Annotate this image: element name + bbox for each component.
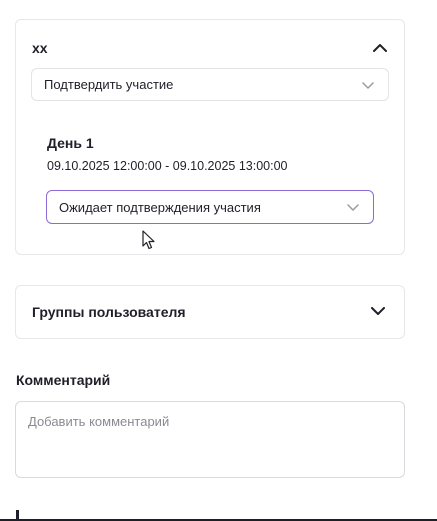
chevron-down-icon	[345, 199, 361, 215]
participation-status-value: Ожидает подтверждения участия	[59, 199, 261, 215]
event-title: xx	[32, 40, 48, 56]
comment-label: Комментарий	[16, 372, 111, 388]
clipped-next-section	[16, 510, 24, 519]
confirm-participation-value: Подтвердить участие	[44, 77, 174, 92]
user-groups-title: Группы пользователя	[32, 304, 186, 320]
user-groups-card[interactable]: Группы пользователя	[15, 285, 405, 339]
mouse-pointer-icon	[142, 230, 156, 250]
page: xx Подтвердить участие День 1 09.10.2025…	[0, 0, 437, 521]
day-title: День 1	[47, 135, 94, 151]
chevron-up-icon	[373, 43, 387, 52]
day-datetime-range: 09.10.2025 12:00:00 - 09.10.2025 13:00:0…	[47, 159, 288, 173]
confirm-participation-select[interactable]: Подтвердить участие	[31, 68, 389, 101]
chevron-down-icon	[370, 303, 386, 319]
event-card: xx Подтвердить участие День 1 09.10.2025…	[15, 19, 405, 255]
collapse-event-button[interactable]	[372, 39, 388, 55]
comment-textarea[interactable]	[15, 401, 405, 478]
chevron-down-icon	[360, 77, 376, 93]
participation-status-select[interactable]: Ожидает подтверждения участия	[46, 190, 374, 224]
